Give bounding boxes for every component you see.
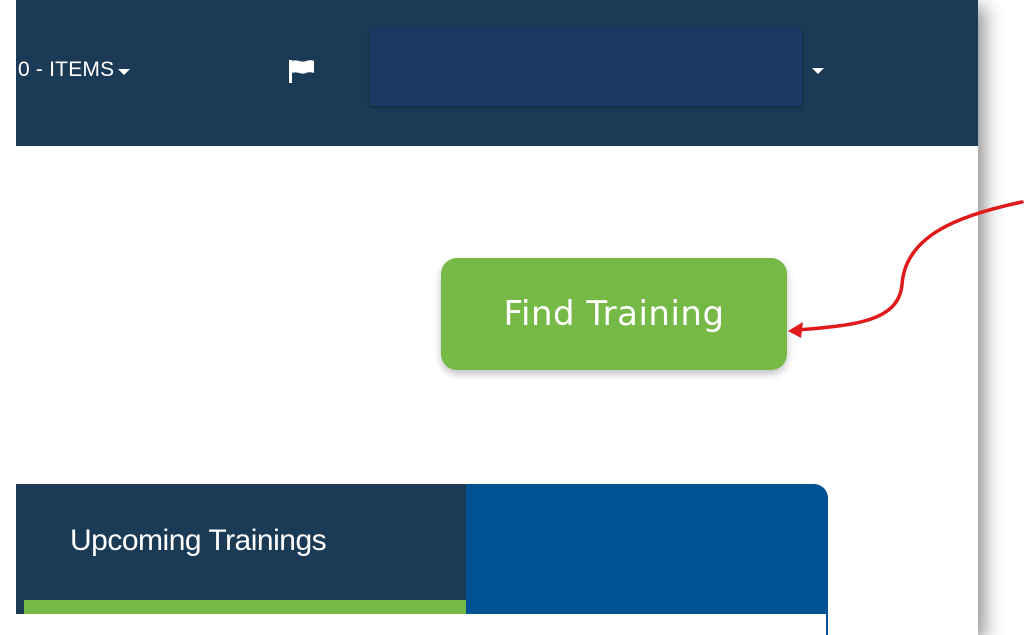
training-tabs: Upcoming Trainings: [16, 484, 828, 635]
chevron-down-icon[interactable]: [812, 68, 824, 74]
tab-upcoming-trainings[interactable]: Upcoming Trainings: [16, 484, 466, 614]
app-window: 0 - ITEMS Find Training Upcoming Trainin…: [0, 0, 978, 635]
items-menu-label: 0 - ITEMS: [18, 58, 115, 81]
tab-label: Upcoming Trainings: [70, 524, 327, 557]
active-tab-indicator: [24, 600, 466, 614]
screenshot-stage: 0 - ITEMS Find Training Upcoming Trainin…: [0, 0, 1028, 635]
user-account-dropdown[interactable]: [370, 28, 802, 106]
items-menu[interactable]: 0 - ITEMS: [18, 58, 131, 82]
crop-edge: [0, 0, 16, 635]
top-navigation-bar: 0 - ITEMS: [0, 0, 978, 146]
tab-content-panel: [16, 614, 826, 635]
find-training-button[interactable]: Find Training: [441, 258, 787, 370]
flag-icon[interactable]: [288, 58, 316, 84]
chevron-down-icon: [118, 69, 131, 75]
